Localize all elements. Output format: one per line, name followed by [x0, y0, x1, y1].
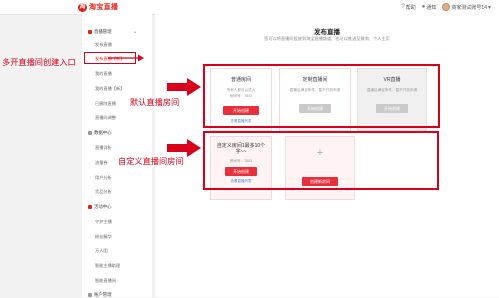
live-icon: [88, 30, 92, 34]
notify-link[interactable]: ● 通知: [422, 4, 437, 11]
default-room-arrow-icon: [167, 78, 201, 96]
custom-room-frame: [203, 131, 439, 190]
entry-arrow-icon: [108, 54, 144, 62]
help-icon: ?: [401, 4, 405, 10]
sidebar-item-room-adjust[interactable]: 直播间调整: [95, 115, 116, 121]
logo-icon: 淘: [78, 2, 87, 12]
sidebar-item-user-analysis[interactable]: 用户分析: [95, 175, 112, 181]
avatar: [442, 3, 451, 11]
sidebar-section-label: 数据中心: [94, 130, 112, 135]
activity-icon: [88, 205, 92, 209]
sidebar-item-my-live-new[interactable]: 我的直播【新】: [95, 86, 124, 92]
annotation-default-room: 默认直播房间: [130, 97, 180, 107]
sidebar-item-traffic[interactable]: 流量券: [95, 160, 108, 166]
sidebar-section-data[interactable]: 数据中心: [88, 130, 112, 136]
default-room-frame: [203, 64, 440, 128]
sidebar-item-publish[interactable]: 发布直播: [95, 42, 112, 48]
help-label: 帮助: [405, 4, 416, 11]
notify-label: 通知: [426, 4, 437, 11]
sidebar-item-smart-room[interactable]: 智能直播间: [95, 278, 116, 284]
username: 商家测试账号14: [451, 4, 487, 11]
sidebar-item-group[interactable]: 万人团: [95, 248, 108, 254]
help-link[interactable]: ? 帮助: [401, 4, 415, 11]
bell-icon: ●: [421, 4, 426, 10]
sidebar-item-fans[interactable]: 粉丝精华: [95, 234, 112, 240]
account-icon: [88, 293, 92, 297]
custom-room-arrow-icon: [167, 139, 201, 157]
sidebar-section-label: 直播管理: [94, 29, 112, 34]
data-icon: [88, 131, 92, 135]
sidebar-item-guard[interactable]: 守护主播: [95, 219, 112, 225]
sidebar-section-label: 账户管理: [94, 292, 112, 297]
sidebar-item-analysis[interactable]: 直播详析: [95, 145, 112, 151]
user-menu[interactable]: 商家测试账号14 ▾: [442, 3, 491, 11]
sidebar-section-activity[interactable]: 活动中心: [88, 204, 112, 210]
chevron-up-icon: ▴: [134, 29, 137, 34]
chevron-down-icon: ▾: [487, 4, 491, 11]
page-subtitle: 您可以将直播间投放到淘宝直播频道、也可以推送至微淘、个人主页: [264, 36, 390, 41]
sidebar-item-deleted[interactable]: 已删除直播: [95, 101, 116, 107]
sidebar-section-label: 活动中心: [94, 204, 112, 209]
annotation-entry: 多开直播间创建入口: [2, 57, 76, 67]
sidebar-section-account[interactable]: 账户管理: [88, 292, 112, 298]
sidebar-section-live[interactable]: 直播管理: [88, 29, 112, 35]
page-title: 发布直播: [314, 29, 340, 36]
sidebar-item-assistant[interactable]: 智能主播助理: [95, 263, 120, 269]
logo-text: 淘宝直播: [89, 4, 119, 11]
top-bar: 淘 淘宝直播 ? 帮助 ● 通知 商家测试账号14 ▾: [0, 0, 499, 15]
sidebar-item-my-live[interactable]: 我的直播: [95, 71, 112, 77]
sidebar-item-goods-analysis[interactable]: 货品分析: [95, 189, 112, 195]
logo[interactable]: 淘 淘宝直播: [78, 2, 118, 12]
